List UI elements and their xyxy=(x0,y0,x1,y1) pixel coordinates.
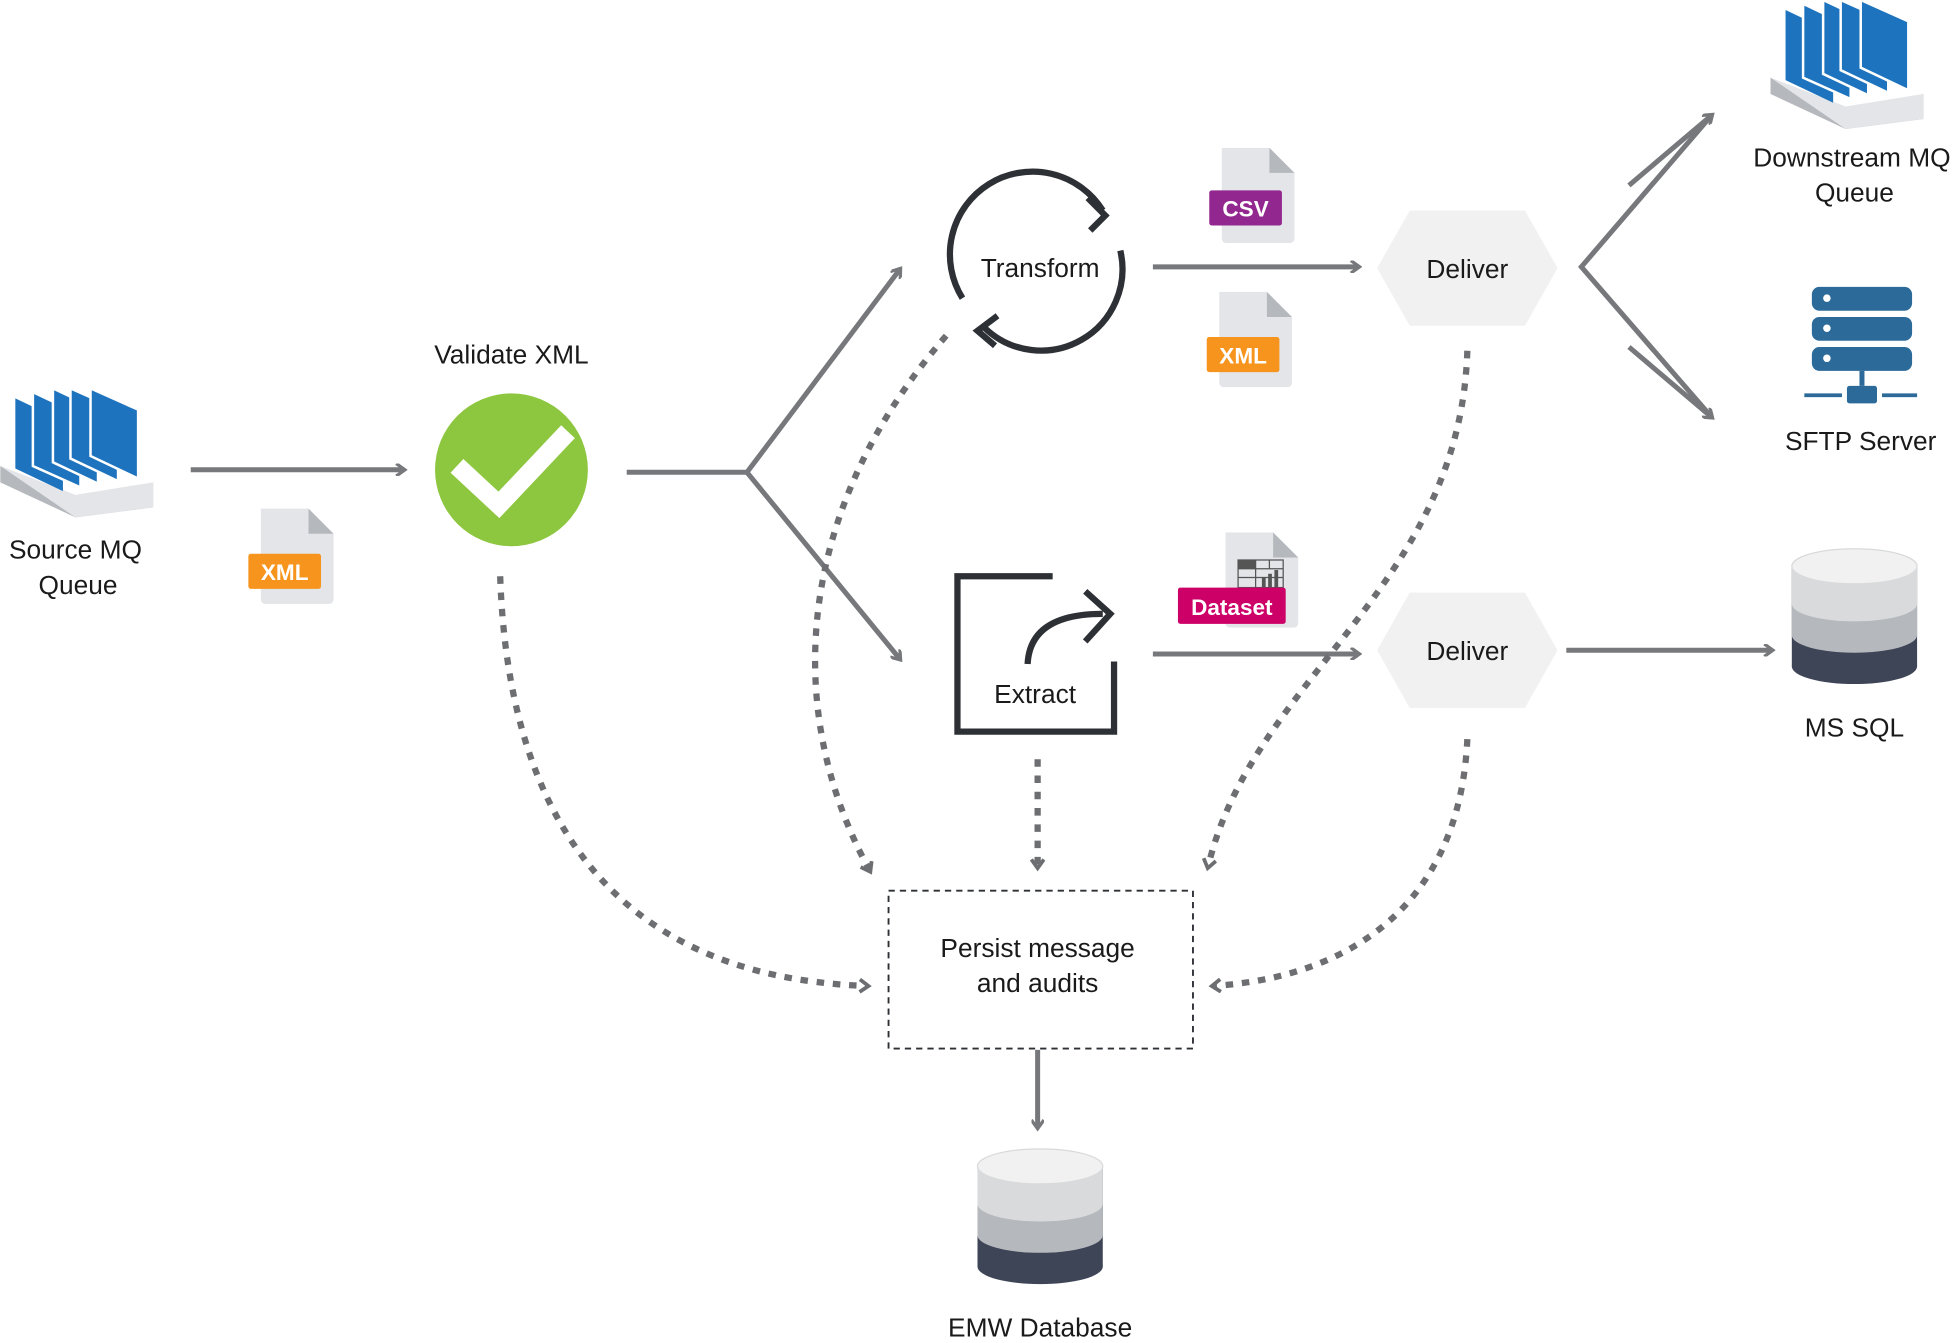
message-queue-icon xyxy=(0,387,155,519)
extract-node: Extract xyxy=(954,573,1118,735)
server-icon xyxy=(1804,286,1918,404)
dashed-validate-to-persist xyxy=(497,576,867,986)
sftp-server: SFTP Server xyxy=(1785,286,1937,456)
workflow-diagram: Source MQ Queue XML Validate XML Transfo… xyxy=(0,0,1951,1343)
deliver-top-node: Deliver xyxy=(1377,210,1558,326)
dataset-file-icon: Dataset xyxy=(1177,532,1299,628)
csv-file-icon: CSV xyxy=(1209,147,1295,244)
persist-label-2: and audits xyxy=(977,968,1098,998)
source-queue-label: Source MQ xyxy=(9,535,142,565)
svg-text:CSV: CSV xyxy=(1222,197,1268,222)
emw-database-label: EMW Database xyxy=(948,1313,1132,1343)
validate-label: Validate XML xyxy=(434,339,588,369)
mssql-label: MS SQL xyxy=(1805,713,1904,743)
mssql-node: MS SQL xyxy=(1791,548,1918,743)
sftp-label: SFTP Server xyxy=(1785,426,1937,456)
transform-node: Transform xyxy=(946,168,1126,354)
downstream-queue-label: Downstream MQ xyxy=(1753,143,1950,173)
arrows-deliver-to-targets xyxy=(1578,113,1714,419)
dashed-transform-to-persist xyxy=(811,333,949,871)
message-queue-icon xyxy=(1769,0,1925,131)
source-queue: Source MQ Queue xyxy=(0,387,155,600)
transform-label: Transform xyxy=(981,253,1100,283)
arrow-validate-to-transform xyxy=(626,269,900,475)
downstream-queue-label-2: Queue xyxy=(1815,178,1894,208)
svg-text:XML: XML xyxy=(261,560,309,585)
persist-node: Persist message and audits xyxy=(887,889,1194,1050)
database-icon xyxy=(976,1148,1104,1285)
validate-node: Validate XML xyxy=(434,339,589,547)
persist-label: Persist message xyxy=(940,933,1134,963)
database-icon xyxy=(1791,548,1918,685)
xml-file-icon: XML xyxy=(248,508,334,604)
source-queue-label-2: Queue xyxy=(39,570,118,600)
deliver-bottom-node: Deliver xyxy=(1377,592,1558,708)
downstream-queue: Downstream MQ Queue xyxy=(1753,0,1951,208)
checkmark-circle-icon xyxy=(435,393,588,547)
deliver-top-label: Deliver xyxy=(1426,254,1508,284)
emw-database-node: EMW Database xyxy=(948,1148,1132,1343)
deliver-bottom-label: Deliver xyxy=(1426,636,1508,666)
svg-text:Dataset: Dataset xyxy=(1191,595,1273,620)
dashed-deliver-bottom-to-persist xyxy=(1213,739,1471,986)
xml-file-icon: XML xyxy=(1206,291,1292,388)
svg-text:XML: XML xyxy=(1219,343,1267,368)
extract-label: Extract xyxy=(994,679,1077,709)
